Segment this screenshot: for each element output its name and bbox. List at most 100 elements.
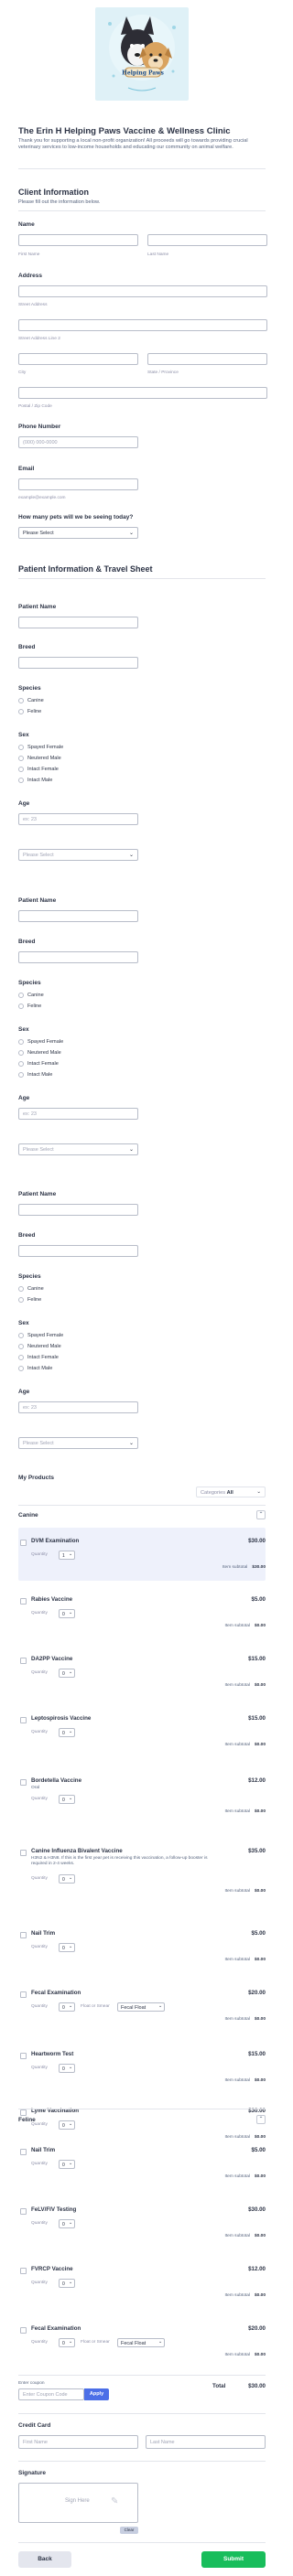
patient-name-input[interactable] — [18, 1204, 138, 1216]
radio-intact-female[interactable]: Intact Female — [18, 1354, 59, 1360]
first-name-input[interactable] — [18, 234, 138, 246]
quantity-label: Quantity — [31, 2281, 48, 2285]
breed-input[interactable] — [18, 951, 138, 963]
quantity-select[interactable]: 0 ⌄ — [59, 1728, 75, 1737]
pets-select[interactable]: Please Select ⌄ — [18, 527, 138, 539]
category-filter[interactable]: Categories All ⌄ — [196, 1487, 266, 1497]
email-input[interactable] — [18, 478, 138, 490]
quantity-select[interactable]: 0 ⌄ — [59, 1669, 75, 1678]
radio-spayed-female[interactable]: Spayed Female — [18, 1332, 63, 1338]
patient-name-input[interactable] — [18, 910, 138, 922]
city-input[interactable] — [18, 353, 138, 365]
radio-intact-male[interactable]: Intact Male — [18, 1365, 52, 1371]
street2-input[interactable] — [18, 319, 267, 331]
radio-intact-male[interactable]: Intact Male — [18, 1071, 52, 1078]
patient-name-input[interactable] — [18, 617, 138, 628]
item-subtotal-value: $0.00 — [254, 2353, 266, 2357]
product-checkbox[interactable] — [20, 1932, 27, 1938]
radio-spayed-female[interactable]: Spayed Female — [18, 744, 63, 750]
product-checkbox[interactable] — [20, 1850, 27, 1856]
coupon-input[interactable]: Enter Coupon Code — [18, 2388, 84, 2400]
radio-feline[interactable]: Feline — [18, 708, 41, 714]
radio-canine[interactable]: Canine — [18, 697, 44, 703]
clear-signature-button[interactable]: Clear — [120, 2527, 138, 2534]
quantity-select[interactable]: 0 ⌄ — [59, 1874, 75, 1884]
product-checkbox[interactable] — [20, 2268, 27, 2274]
quantity-label: Quantity — [31, 2340, 48, 2345]
clinic-logo: Helping Paws — [95, 7, 189, 101]
product-checkbox[interactable] — [20, 2109, 27, 2116]
quantity-select[interactable]: 0 ⌄ — [59, 1609, 75, 1618]
breed-label: Breed — [18, 939, 36, 945]
option-select[interactable]: Fecal Float ⌄ — [117, 2338, 165, 2347]
patient-select[interactable]: Please Select ⌄ — [18, 1143, 138, 1155]
product-checkbox[interactable] — [20, 1658, 27, 1664]
quantity-value: 0 — [62, 2066, 65, 2072]
name-label: Name — [18, 221, 35, 228]
quantity-select[interactable]: 0 ⌄ — [59, 1795, 75, 1804]
radio-neutered-male[interactable]: Neutered Male — [18, 755, 61, 761]
chevron-down-icon: ⌄ — [68, 2122, 72, 2127]
patient-select[interactable]: Please Select ⌄ — [18, 1437, 138, 1449]
age-input[interactable]: ex: 23 — [18, 1108, 138, 1120]
radio-feline[interactable]: Feline — [18, 1296, 41, 1303]
apply-coupon-button[interactable]: Apply — [84, 2388, 109, 2400]
quantity-select[interactable]: 0 ⌄ — [59, 2064, 75, 2073]
item-subtotal: Item subtotal $0.00 — [225, 2353, 266, 2357]
radio-canine[interactable]: Canine — [18, 992, 44, 998]
product-checkbox[interactable] — [20, 1598, 27, 1605]
product-checkbox[interactable] — [20, 2149, 27, 2155]
breed-input[interactable] — [18, 657, 138, 669]
radio-intact-male[interactable]: Intact Male — [18, 777, 52, 783]
quantity-value: 1 — [62, 1553, 65, 1559]
quantity-select[interactable]: 0 ⌄ — [59, 2002, 75, 2012]
breed-input[interactable] — [18, 1245, 138, 1257]
state-input[interactable] — [147, 353, 267, 365]
submit-button[interactable]: Submit — [201, 2551, 266, 2568]
product-checkbox[interactable] — [20, 2327, 27, 2334]
product-checkbox[interactable] — [20, 1717, 27, 1723]
phone-input[interactable]: (000) 000-0000 — [18, 436, 138, 448]
chevron-down-icon: ⌄ — [68, 2340, 72, 2345]
quantity-select[interactable]: 0 ⌄ — [59, 2219, 75, 2228]
collapse-canine-button[interactable]: ⌃ — [256, 1510, 266, 1519]
quantity-select[interactable]: 0 ⌄ — [59, 2120, 75, 2130]
quantity-select[interactable]: 1 ⌄ — [59, 1551, 75, 1560]
signature-pad[interactable]: Sign Here ✎ — [18, 2483, 138, 2523]
option-label: Float or Smear — [81, 2004, 110, 2009]
zip-input[interactable] — [18, 387, 267, 399]
patient-select[interactable]: Please Select ⌄ — [18, 849, 138, 861]
option-select[interactable]: Fecal Float ⌄ — [117, 2002, 165, 2012]
item-subtotal-label: Item subtotal — [224, 2078, 250, 2083]
back-button[interactable]: Back — [18, 2551, 71, 2568]
radio-spayed-female[interactable]: Spayed Female — [18, 1038, 63, 1045]
item-subtotal-label: Item subtotal — [224, 1743, 250, 1747]
card-first-name-input[interactable]: First Name — [18, 2435, 138, 2449]
radio-intact-female[interactable]: Intact Female — [18, 766, 59, 772]
quantity-select[interactable]: 0 ⌄ — [59, 1943, 75, 1952]
street-input[interactable] — [18, 285, 267, 297]
product-checkbox[interactable] — [20, 1779, 27, 1786]
product-checkbox[interactable] — [20, 2053, 27, 2059]
last-name-input[interactable] — [147, 234, 267, 246]
product-checkbox[interactable] — [20, 1991, 27, 1998]
quantity-label: Quantity — [31, 2066, 48, 2070]
card-last-name-input[interactable]: Last Name — [146, 2435, 266, 2449]
collapse-feline-button[interactable]: ⌃ — [256, 2115, 266, 2124]
chevron-down-icon: ⌄ — [68, 2066, 72, 2070]
pen-icon: ✎ — [111, 2496, 119, 2506]
quantity-select[interactable]: 0 ⌄ — [59, 2160, 75, 2169]
age-input[interactable]: ex: 23 — [18, 1401, 138, 1413]
age-input[interactable]: ex: 23 — [18, 813, 138, 825]
product-checkbox[interactable] — [20, 2208, 27, 2215]
radio-canine[interactable]: Canine — [18, 1285, 44, 1292]
radio-intact-female[interactable]: Intact Female — [18, 1060, 59, 1067]
svg-text:Helping Paws: Helping Paws — [122, 70, 164, 77]
divider — [18, 1505, 266, 1506]
product-checkbox[interactable] — [20, 1540, 27, 1546]
radio-feline[interactable]: Feline — [18, 1003, 41, 1009]
radio-neutered-male[interactable]: Neutered Male — [18, 1049, 61, 1056]
quantity-select[interactable]: 0 ⌄ — [59, 2279, 75, 2288]
quantity-select[interactable]: 0 ⌄ — [59, 2338, 75, 2347]
radio-neutered-male[interactable]: Neutered Male — [18, 1343, 61, 1349]
